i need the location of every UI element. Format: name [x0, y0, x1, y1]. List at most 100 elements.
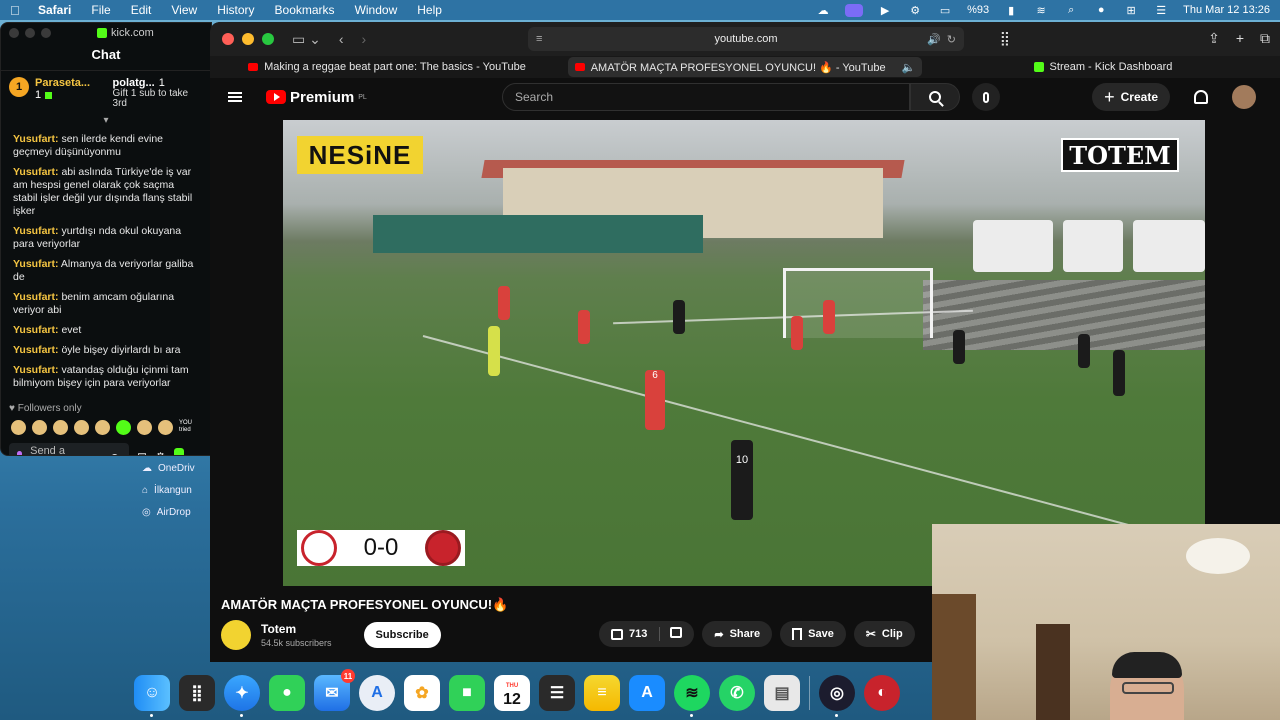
youtube-logo[interactable]: Premium PL: [266, 89, 367, 106]
menu-edit[interactable]: Edit: [131, 3, 152, 17]
share-button[interactable]: ➦ Share: [702, 621, 773, 647]
menu-view[interactable]: View: [171, 3, 197, 17]
reminders-app-icon[interactable]: ☰: [539, 675, 575, 711]
pin-chevron-icon[interactable]: ▾: [1, 115, 211, 129]
calendar-app-icon[interactable]: THU 12: [494, 675, 530, 711]
search-icon[interactable]: ⌕: [1063, 4, 1079, 16]
zoom-dot[interactable]: [41, 28, 51, 38]
chat-message: Yusufart: benim amcam oğularına veriyor …: [13, 291, 175, 316]
messages-app-icon[interactable]: ●: [269, 675, 305, 711]
maps-app-icon[interactable]: A: [359, 675, 395, 711]
facetime-app-icon[interactable]: ■: [449, 675, 485, 711]
audio-icon[interactable]: 🔊: [927, 33, 941, 46]
like-button[interactable]: 713: [599, 621, 695, 647]
menu-help[interactable]: Help: [417, 3, 442, 17]
battery-icon[interactable]: ▮: [1003, 4, 1019, 17]
mail-app-icon[interactable]: ✉ 11: [314, 669, 355, 711]
control-icon[interactable]: ⚙: [907, 4, 923, 17]
photos-app-icon[interactable]: ✿: [404, 675, 440, 711]
emote-icon[interactable]: [32, 420, 47, 435]
menu-file[interactable]: File: [91, 3, 110, 17]
app-store-icon[interactable]: A: [629, 675, 665, 711]
tab-kick-dashboard[interactable]: Stream - Kick Dashboard: [926, 57, 1280, 77]
share-icon[interactable]: ⇪: [1208, 30, 1220, 47]
notification-icon[interactable]: ☰: [1153, 4, 1169, 17]
emote-icon[interactable]: [158, 420, 173, 435]
emote-icon[interactable]: [116, 420, 131, 435]
notifications-icon[interactable]: [1194, 90, 1208, 104]
zoom-button[interactable]: [262, 33, 274, 45]
finder-item-home[interactable]: ⌂ İlkangun: [142, 480, 212, 502]
obs-app-icon[interactable]: ◎: [819, 675, 855, 717]
forward-icon[interactable]: ›: [362, 31, 367, 47]
save-button[interactable]: Save: [780, 621, 846, 647]
new-tab-icon[interactable]: +: [1236, 30, 1244, 47]
menu-clock[interactable]: Thu Mar 12 13:26: [1183, 4, 1270, 16]
video-player[interactable]: 6 10 NESiNE TOTEM 0-0: [283, 120, 1205, 586]
wifi-icon[interactable]: ≋: [1033, 4, 1049, 17]
emote-icon[interactable]: [53, 420, 68, 435]
finder-app-icon[interactable]: ☺: [134, 675, 170, 717]
emote-icon[interactable]: [137, 420, 152, 435]
subscribe-button[interactable]: Subscribe: [363, 622, 441, 648]
control-center-icon[interactable]: ⊞: [1123, 4, 1139, 17]
clip-button[interactable]: ✂ Clip: [853, 621, 915, 647]
close-button[interactable]: [222, 33, 234, 45]
chat-send-button[interactable]: [173, 448, 184, 455]
tab-reggae[interactable]: Making a reggae beat part one: The basic…: [210, 57, 564, 77]
reload-icon[interactable]: ↻: [947, 33, 956, 46]
minimize-button[interactable]: [242, 33, 254, 45]
menu-bookmarks[interactable]: Bookmarks: [275, 3, 335, 17]
play-icon[interactable]: ▶: [877, 4, 893, 17]
back-icon[interactable]: ‹: [339, 31, 344, 47]
page-menu-icon[interactable]: ≡: [536, 33, 542, 45]
apple-menu-icon[interactable]: : [10, 3, 24, 18]
emote-icon[interactable]: [95, 420, 110, 435]
top-gifter-2[interactable]: polatg... 1 Gift 1 sub to take 3rd: [113, 77, 203, 109]
top-gifter-1[interactable]: 1 Paraseta... 1: [9, 77, 105, 109]
safari-toolbar: ▭ ⌄ ‹ › ≡ youtube.com 🔊 ↻ ⣿ ⇪ + ⧉: [210, 22, 1280, 56]
minimize-dot[interactable]: [25, 28, 35, 38]
search-input[interactable]: Search: [502, 83, 910, 111]
channel-avatar[interactable]: [221, 620, 251, 650]
media-app-icon[interactable]: ◐: [864, 675, 900, 711]
sidebar-toggle-icon[interactable]: ▭ ⌄: [292, 31, 321, 48]
menu-icon[interactable]: [228, 92, 242, 102]
whatsapp-app-icon[interactable]: ✆: [719, 675, 755, 711]
siri-icon[interactable]: ●: [1093, 4, 1109, 16]
display-icon[interactable]: ▭: [937, 4, 953, 17]
screen-record-icon[interactable]: [845, 3, 864, 17]
settings-icon[interactable]: ⚙: [155, 450, 166, 455]
emote-icon[interactable]: [11, 420, 26, 435]
finder-item-onedrive[interactable]: ☁ OneDriv: [142, 458, 212, 480]
address-bar[interactable]: ≡ youtube.com 🔊 ↻: [528, 27, 964, 51]
safari-app-icon[interactable]: ✦: [224, 675, 260, 717]
search-button[interactable]: [910, 83, 960, 111]
tab-overview-icon[interactable]: ⧉: [1260, 30, 1270, 47]
battery-percent[interactable]: %93: [967, 4, 989, 16]
dock-separator: [809, 676, 810, 710]
emote-you-tried[interactable]: YOU tried: [179, 420, 195, 435]
voice-search-button[interactable]: [972, 83, 1000, 111]
menu-history[interactable]: History: [217, 3, 254, 17]
finder-item-airdrop[interactable]: ◎ AirDrop: [142, 502, 212, 524]
cloud-icon[interactable]: ☁: [815, 4, 831, 17]
notes-app-icon[interactable]: ≡: [584, 675, 620, 711]
emoji-icon[interactable]: ☻: [108, 450, 121, 455]
menu-app-name[interactable]: Safari: [38, 3, 71, 17]
channel-name[interactable]: Totem: [261, 622, 332, 636]
gift-icon[interactable]: ⊟: [137, 450, 147, 455]
preview-app-icon[interactable]: ▤: [764, 675, 800, 711]
close-dot[interactable]: [9, 28, 19, 38]
launchpad-app-icon[interactable]: ⣿: [179, 675, 215, 711]
extensions-icon[interactable]: ⣿: [1000, 30, 1010, 47]
send-message-input[interactable]: Send a message ☻: [9, 443, 129, 455]
tab-amator[interactable]: AMATÖR MAÇTA PROFESYONEL OYUNCU! 🔥 - You…: [568, 57, 922, 77]
create-button[interactable]: + Create: [1092, 83, 1170, 111]
dislike-button[interactable]: [659, 627, 683, 641]
avatar[interactable]: [1232, 85, 1256, 109]
tab-audio-icon[interactable]: 🔈: [902, 61, 916, 74]
emote-icon[interactable]: [74, 420, 89, 435]
menu-window[interactable]: Window: [355, 3, 398, 17]
spotify-app-icon[interactable]: ≋: [674, 675, 710, 717]
